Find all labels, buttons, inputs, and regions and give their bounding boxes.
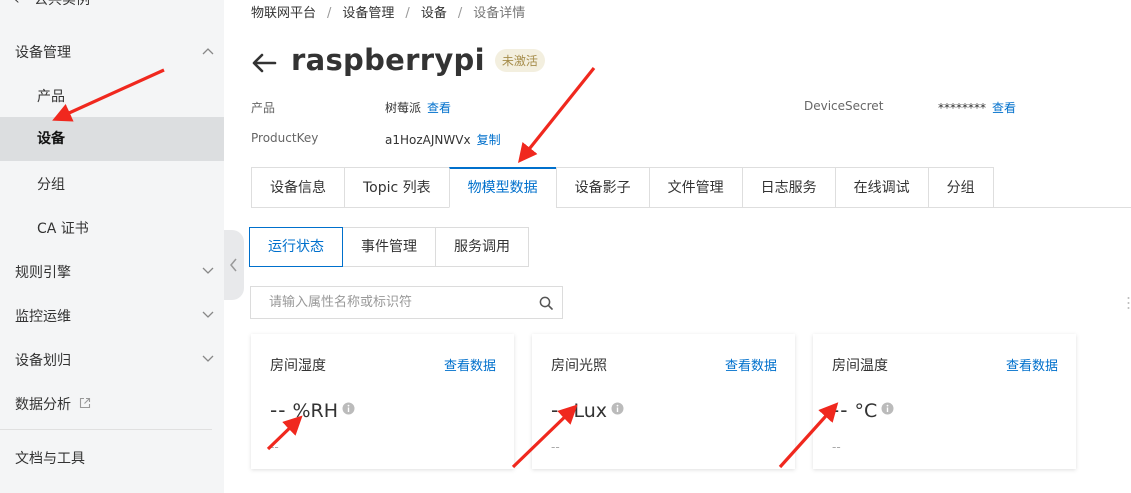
breadcrumb-item[interactable]: 物联网平台 [251,6,316,21]
card-title: 房间光照 [551,358,607,374]
info-icon[interactable] [881,396,894,420]
copy-productkey-link[interactable]: 复制 [477,133,501,147]
subtab-service-call[interactable]: 服务调用 [435,227,529,267]
sidebar-item-label: 文档与工具 [15,451,85,467]
chevron-left-icon [230,258,237,272]
sidebar-item-label: 分组 [37,177,65,193]
sidebar-item-label: 数据分析 [15,397,71,413]
tab-bar: 设备信息 Topic 列表 物模型数据 设备影子 文件管理 日志服务 在线调试 … [251,167,994,208]
card-value: -- °C [832,396,894,422]
breadcrumb-item[interactable]: 设备管理 [342,6,394,21]
back-arrow-icon[interactable] [251,52,277,74]
subtab-running-status[interactable]: 运行状态 [249,227,343,267]
breadcrumb-current: 设备详情 [473,6,526,21]
sidebar-item-product[interactable]: 产品 [0,75,224,119]
card-value: -- Lux [551,396,624,422]
view-data-link[interactable]: 查看数据 [444,355,496,374]
property-card-temperature: 房间温度 查看数据 -- °C -- [813,334,1076,469]
product-name: 树莓派 [385,101,422,115]
sidebar-item-device-assign[interactable]: 设备划归 [0,339,224,383]
tab-group[interactable]: 分组 [927,167,994,208]
productkey-text: a1HozAJNWVx [385,133,471,147]
sidebar-item-label: 设备管理 [15,45,71,61]
status-badge: 未激活 [494,48,545,72]
breadcrumb: 物联网平台 / 设备管理 / 设备 / 设备详情 [251,2,525,21]
sidebar-item-label: 产品 [37,89,65,105]
card-subvalue: -- [551,440,560,454]
tab-log-service[interactable]: 日志服务 [741,167,835,208]
sidebar-item-device-management[interactable]: 设备管理 [0,31,224,75]
product-label: 产品 [251,101,276,115]
external-link-icon [79,383,91,427]
chevron-down-icon [202,311,214,321]
sidebar-item-monitoring[interactable]: 监控运维 [0,295,224,339]
sidebar-item-label: CA 证书 [37,221,89,237]
annotation-arrow [518,67,596,163]
info-icon[interactable] [342,396,355,420]
value-text: -- [832,398,849,422]
sidebar-item-rule-engine[interactable]: 规则引擎 [0,251,224,295]
card-subvalue: -- [270,440,279,454]
unit-text: Lux [573,400,607,422]
view-data-link[interactable]: 查看数据 [1006,355,1058,374]
value-text: -- [270,398,287,422]
more-icon[interactable] [1126,296,1131,310]
chevron-down-icon [202,267,214,277]
search-field [250,286,563,319]
sidebar-collapse-handle[interactable] [224,230,244,300]
view-secret-link[interactable]: 查看 [992,101,1016,115]
sidebar-item-data-analysis[interactable]: 数据分析 [0,383,224,427]
value-text: -- [551,398,568,422]
productkey-value: a1HozAJNWVx 复制 [385,131,501,148]
sidebar-item-label: 设备 [37,131,65,147]
sidebar-item-label: 规则引擎 [15,265,71,281]
tab-online-debug[interactable]: 在线调试 [834,167,928,208]
device-secret-label: DeviceSecret [804,99,884,113]
tab-topic-list[interactable]: Topic 列表 [344,167,449,208]
card-value: -- %RH [270,396,355,422]
card-subvalue: -- [832,440,841,454]
view-data-link[interactable]: 查看数据 [725,355,777,374]
breadcrumb-separator: / [457,6,463,21]
property-card-light: 房间光照 查看数据 -- Lux -- [532,334,795,469]
sidebar-item-device[interactable]: 设备 [0,117,224,161]
productkey-label: ProductKey [251,131,319,145]
tab-device-info[interactable]: 设备信息 [251,167,344,208]
tab-thing-model-data[interactable]: 物模型数据 [448,167,556,208]
back-icon: ‹ [14,0,20,8]
subtab-bar: 运行状态 事件管理 服务调用 [249,227,529,267]
sidebar-item-label: 设备划归 [15,353,71,369]
view-product-link[interactable]: 查看 [427,101,451,115]
search-input[interactable] [251,287,521,318]
chevron-down-icon [202,355,214,365]
page-title: raspberrypi [291,43,485,77]
sidebar-item-docs-tools[interactable]: 文档与工具 [0,437,224,481]
search-icon[interactable] [539,296,553,310]
product-value: 树莓派 查看 [385,99,451,116]
sidebar: ‹ 公共实例 设备管理 产品 设备 分组 CA 证书 规则引擎 监控运维 设备划… [0,0,224,493]
tab-file-management[interactable]: 文件管理 [648,167,742,208]
device-secret-value: ******** 查看 [938,99,1016,116]
sidebar-top-label: 公共实例 [34,0,91,8]
subtab-event-management[interactable]: 事件管理 [342,227,436,267]
card-title: 房间温度 [832,358,888,374]
sidebar-item-label: 监控运维 [15,309,71,325]
card-title: 房间湿度 [270,358,326,374]
chevron-up-icon [202,47,214,57]
sidebar-top-item[interactable]: ‹ 公共实例 [0,0,224,12]
property-card-humidity: 房间湿度 查看数据 -- %RH -- [251,334,514,469]
sidebar-item-group[interactable]: 分组 [0,163,224,207]
tab-device-shadow[interactable]: 设备影子 [555,167,649,208]
device-secret-masked: ******** [938,101,986,115]
breadcrumb-separator: / [405,6,410,21]
page-header: raspberrypi 未激活 [251,42,545,78]
breadcrumb-separator: / [327,6,332,21]
unit-text: °C [854,400,878,422]
sidebar-divider [0,429,212,430]
unit-text: %RH [292,400,338,422]
sidebar-item-ca-cert[interactable]: CA 证书 [0,207,224,251]
breadcrumb-item[interactable]: 设备 [421,6,447,21]
info-icon[interactable] [611,396,624,420]
